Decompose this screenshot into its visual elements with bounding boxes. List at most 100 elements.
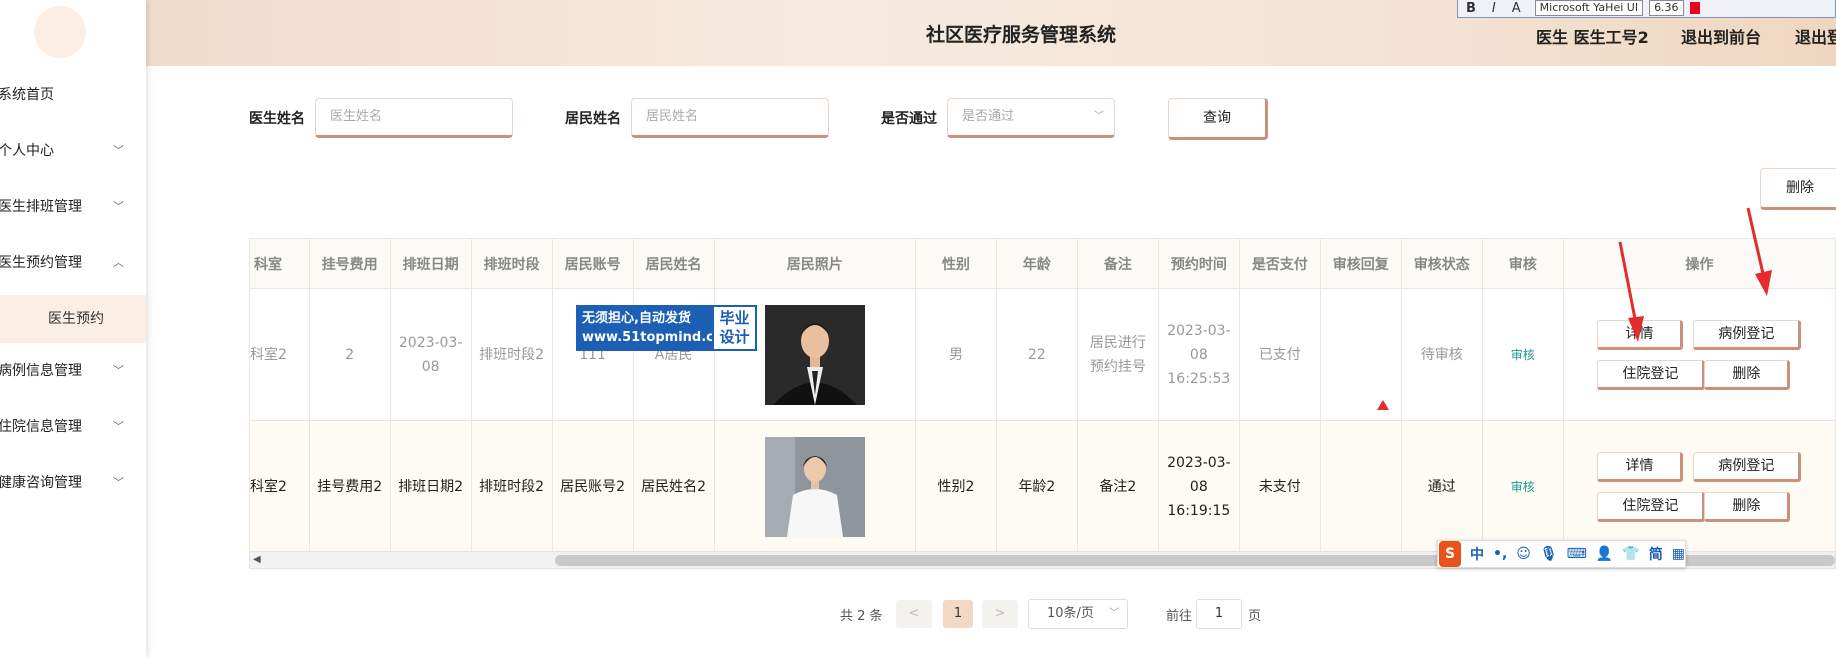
text-format-toolbar: B I A Microsoft YaHei UI 6.36 [1457,0,1836,18]
chevron-down-icon: ﹀ [1094,111,1104,122]
row-delete-button[interactable]: 删除 [1704,359,1791,390]
color-swatch-icon[interactable] [1689,2,1700,14]
annotation-arrow-icon [1746,207,1772,296]
review-link[interactable]: 审核 [1481,288,1564,421]
cell-note: 居民进行预约挂号 [1076,288,1159,421]
cell-date: 2023-03-08 [389,288,472,421]
cell-photo [713,420,916,553]
cell-age: 22 [995,288,1078,421]
ime-mode-toggle[interactable]: 中 [1470,544,1484,564]
passed-select[interactable]: 是否通过 ﹀ [947,98,1115,138]
watermark-badge: 毕业 设计 [712,305,757,351]
hospital-register-button[interactable]: 住院登记 [1597,359,1706,390]
pagination-total: 共 2 条 [840,609,883,624]
case-register-button[interactable]: 病例登记 [1693,451,1802,482]
resident-photo-image [764,436,865,537]
logout-link[interactable]: 退出登 [1795,24,1836,48]
watermark-line2: www.51topmind.com [582,330,737,345]
cell-time: 2023-03-08 16:25:53 [1157,288,1240,421]
microphone-icon[interactable]: 🎙 [1540,546,1558,562]
col-fee: 挂号费用 [308,238,391,289]
case-register-button[interactable]: 病例登记 [1693,319,1802,350]
watermark-text: 无须担心,自动发货 www.51topmind.com [576,305,737,351]
cell-name: 居民姓名2 [632,420,715,553]
keyboard-icon[interactable]: ⌨ [1567,546,1587,562]
resident-photo[interactable] [764,436,865,537]
col-dept: 科室 [249,238,310,289]
italic-button[interactable]: I [1484,1,1504,16]
resident-photo[interactable] [764,304,865,405]
header-user: 医生 医生工号2 [1536,28,1649,47]
scroll-left-icon[interactable]: ◀ [253,552,261,568]
user-icon[interactable]: 👤 [1596,546,1613,562]
cell-gender: 男 [914,288,997,421]
watermark-badge-line2: 设计 [719,328,750,346]
sidebar-item-profile[interactable]: 个人中心 ﹀ [0,131,146,187]
font-select[interactable]: Microsoft YaHei UI [1534,0,1644,16]
col-name: 居民姓名 [632,238,715,289]
col-time: 预约时间 [1157,238,1240,289]
sidebar-item-appointment[interactable]: 医生预约管理 ︿ [0,243,146,299]
bold-button[interactable]: B [1458,1,1484,16]
sidebar-item-case[interactable]: 病例信息管理 ﹀ [0,351,146,407]
cell-fee: 挂号费用2 [308,420,391,553]
cell-status: 通过 [1400,420,1483,553]
sidebar-item-home[interactable]: 系统首页 [0,75,146,131]
ime-punct-icon[interactable]: •, [1493,546,1507,562]
small-triangle-icon [1377,400,1389,410]
avatar [34,6,86,58]
cell-paid: 未支付 [1238,420,1321,553]
goto-page-input[interactable]: 1 [1196,599,1242,629]
delete-button[interactable]: 删除 [1760,168,1836,210]
font-size-select[interactable]: 6.36 [1649,0,1684,16]
table-row: 科室2 挂号费用2 排班日期2 排班时段2 居民账号2 居民姓名2 性别2 年龄… [249,420,1836,553]
detail-button[interactable]: 详情 [1597,451,1684,482]
cell-date: 排班日期2 [389,420,472,553]
skin-icon[interactable]: 👕 [1622,546,1639,562]
table-row: 科室2 2 2023-03-08 排班时段2 111 A居民 男 22 居民进行… [249,288,1836,421]
col-actions: 操作 [1562,238,1836,289]
review-link[interactable]: 审核 [1481,420,1564,553]
cell-slot: 排班时段2 [470,288,553,421]
cell-paid: 已支付 [1238,288,1321,421]
chevron-down-icon: ﹀ [113,200,124,213]
resident-photo-image [764,304,865,405]
ime-simplified-toggle[interactable]: 简 [1649,544,1663,564]
chevron-down-icon: ﹀ [113,476,124,489]
watermark-overlay: 无须担心,自动发货 www.51topmind.com 毕业 设计 [576,305,757,351]
chevron-down-icon: ﹀ [113,364,124,377]
sidebar-menu: 系统首页 个人中心 ﹀ 医生排班管理 ﹀ 医生预约管理 ︿ 医生预约 病例信息管理 ﹀ … [0,75,146,519]
hospital-register-button[interactable]: 住院登记 [1597,491,1706,522]
watermark-line1: 无须担心,自动发货 [582,311,691,326]
chevron-down-icon: ﹀ [1109,608,1119,619]
prev-page-button[interactable]: < [896,600,932,628]
col-status: 审核状态 [1400,238,1483,289]
resident-name-label: 居民姓名 [565,111,621,127]
sidebar-item-schedule[interactable]: 医生排班管理 ﹀ [0,187,146,243]
back-to-front-link[interactable]: 退出到前台 [1681,24,1761,48]
sidebar-item-hospital[interactable]: 住院信息管理 ﹀ [0,407,146,463]
chevron-up-icon: ︿ [113,256,124,269]
query-button[interactable]: 查询 [1168,98,1268,140]
next-page-button[interactable]: > [982,600,1018,628]
emoji-icon[interactable]: ☺ [1516,546,1531,562]
col-photo: 居民照片 [713,238,916,289]
row-delete-button[interactable]: 删除 [1704,491,1791,522]
doctor-name-label: 医生姓名 [249,111,305,127]
sidebar-item-consult[interactable]: 健康咨询管理 ﹀ [0,463,146,519]
sidebar-subitem-doctor-appointment[interactable]: 医生预约 [0,295,146,343]
page-number-current[interactable]: 1 [943,600,973,628]
ime-logo-icon[interactable]: S [1439,541,1461,567]
resident-name-input[interactable]: 居民姓名 [631,98,829,138]
font-color-icon[interactable]: A [1504,1,1529,16]
chevron-down-icon: ﹀ [113,144,124,157]
grid-icon[interactable]: ▦ [1672,546,1685,562]
cell-actions: 详情 病例登记 住院登记 删除 [1562,420,1836,553]
page-size-value: 10条/页 [1047,606,1094,621]
col-date: 排班日期 [389,238,472,289]
col-paid: 是否支付 [1238,238,1321,289]
page-label: 页 [1248,609,1262,624]
page-size-select[interactable]: 10条/页 ﹀ [1028,599,1128,629]
appointment-table: 科室 挂号费用 排班日期 排班时段 居民账号 居民姓名 居民照片 性别 年龄 备… [249,238,1836,568]
doctor-name-input[interactable]: 医生姓名 [315,98,513,138]
